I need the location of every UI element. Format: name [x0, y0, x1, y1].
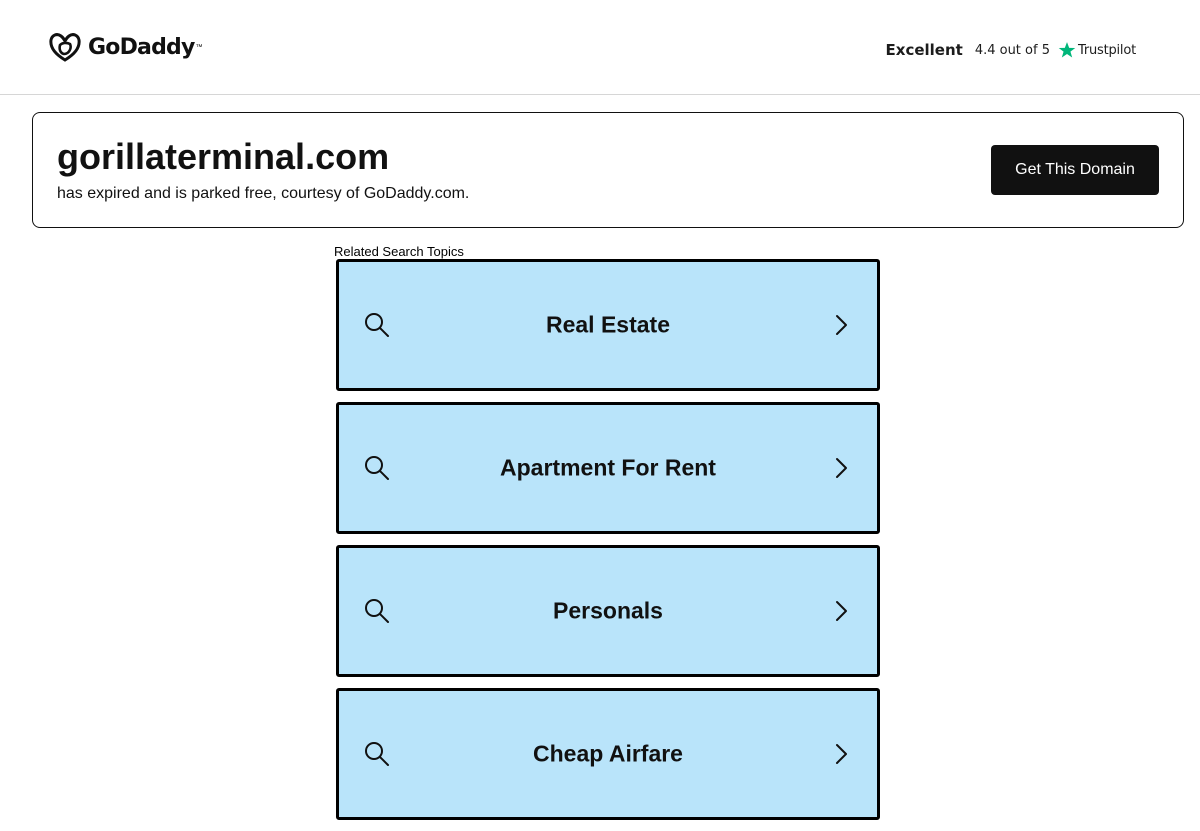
chevron-right-icon — [836, 744, 847, 764]
topic-label: Apartment For Rent — [500, 454, 716, 481]
search-icon — [365, 742, 389, 766]
domain-card: gorillaterminal.com has expired and is p… — [32, 112, 1184, 228]
chevron-right-icon — [836, 458, 847, 478]
logo-trademark: ™ — [195, 43, 203, 51]
site-header: GoDaddy ™ Excellent 4.4 out of 5 Trustpil… — [0, 0, 1200, 95]
topic-label: Real Estate — [545, 311, 670, 338]
topic-tile-apartment-for-rent[interactable]: Apartment For Rent — [336, 402, 880, 534]
topic-label: Cheap Airfare — [533, 740, 683, 767]
search-icon — [365, 456, 389, 480]
domain-name: gorillaterminal.com — [57, 136, 390, 177]
domain-status-text: has expired and is parked free, courtesy… — [57, 185, 470, 202]
get-this-domain-button[interactable]: Get This Domain — [991, 145, 1159, 195]
rating-word: Excellent — [885, 41, 963, 59]
topic-tile-personals[interactable]: Personals — [336, 545, 880, 677]
trustpilot-star-icon — [1058, 41, 1076, 59]
topic-tile-real-estate[interactable]: Real Estate — [336, 259, 880, 391]
search-icon — [365, 599, 389, 623]
topic-tile-cheap-airfare[interactable]: Cheap Airfare — [336, 688, 880, 820]
godaddy-logo[interactable]: GoDaddy ™ — [48, 32, 203, 62]
chevron-right-icon — [836, 315, 847, 335]
rating-score: 4.4 out of 5 — [974, 42, 1050, 58]
search-icon — [365, 313, 389, 337]
topic-list: Real Estate Apartment For Rent Personals… — [336, 259, 880, 831]
related-topics-heading: Related Search Topics — [334, 244, 464, 259]
trustpilot-rating[interactable]: Excellent 4.4 out of 5 Trustpilot — [885, 38, 1137, 62]
logo-wordmark: GoDaddy — [88, 34, 195, 60]
trustpilot-brand: Trustpilot — [1077, 42, 1136, 58]
godaddy-logo-icon — [49, 33, 81, 62]
chevron-right-icon — [836, 601, 847, 621]
topic-label: Personals — [553, 597, 663, 624]
